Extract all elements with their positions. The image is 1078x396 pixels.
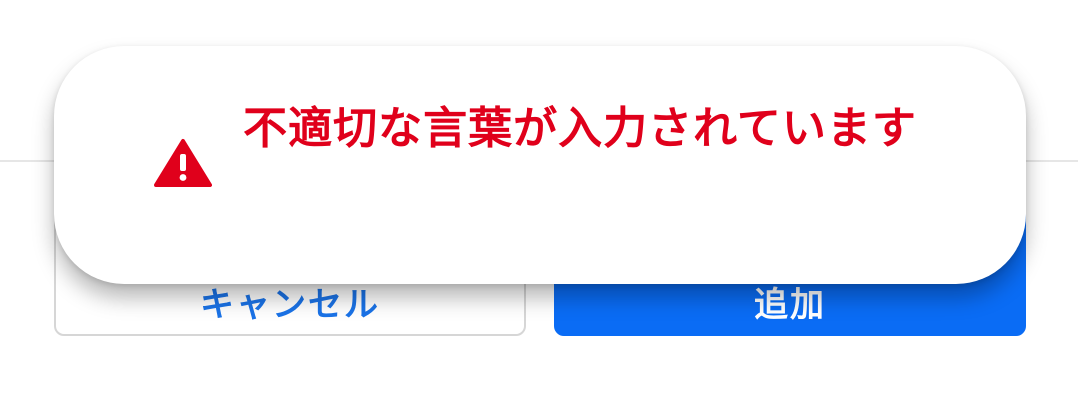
error-toast: 不適切な言葉が入力されています	[54, 46, 1026, 284]
toast-message: 不適切な言葉が入力されています	[243, 103, 917, 154]
warning-icon	[154, 139, 212, 187]
